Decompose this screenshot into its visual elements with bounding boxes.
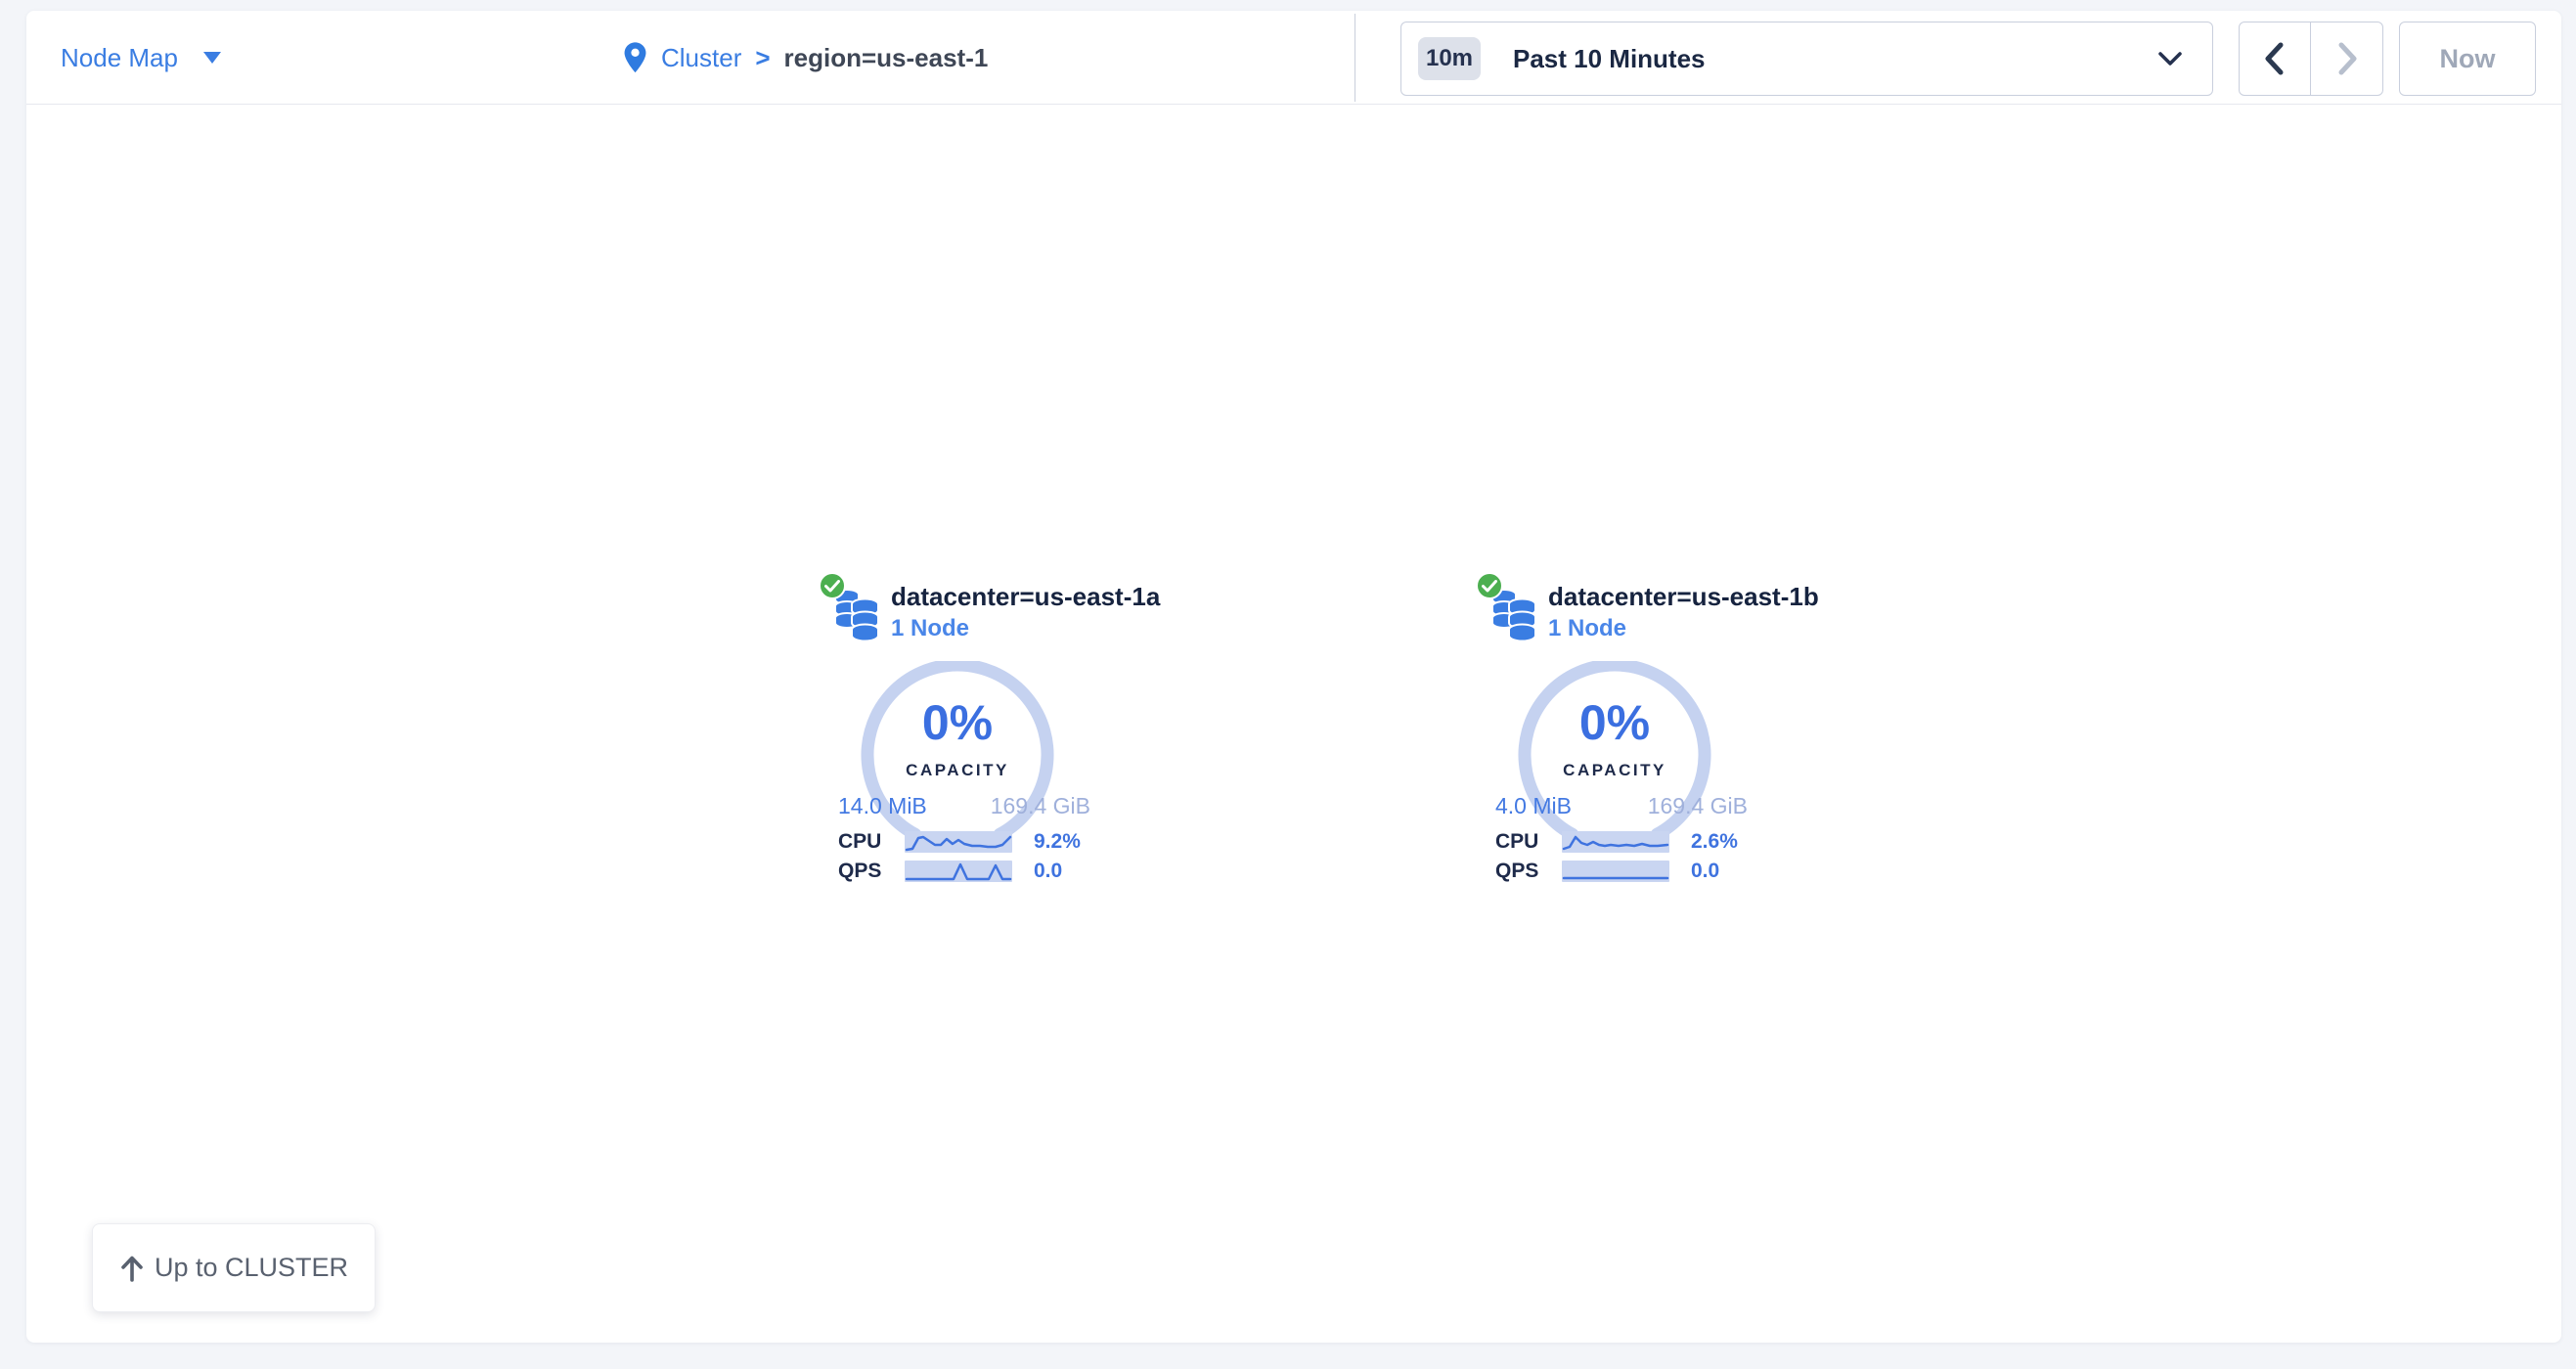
qps-sparkline <box>905 861 1012 882</box>
qps-label: QPS <box>838 860 905 883</box>
chevron-down-icon <box>2155 48 2185 69</box>
capacity-used: 14.0 MiB <box>838 793 927 819</box>
capacity-label: CAPACITY <box>1439 761 1791 780</box>
now-button[interactable]: Now <box>2399 22 2536 96</box>
cpu-metric-row: CPU 2.6% <box>1495 830 1738 854</box>
capacity-label: CAPACITY <box>781 761 1133 780</box>
qps-metric-row: QPS 0.0 <box>838 860 1062 883</box>
caret-down-icon <box>203 52 221 64</box>
time-range-label: Past 10 Minutes <box>1513 44 1706 74</box>
cpu-sparkline <box>905 831 1012 853</box>
node-map-panel: Node Map Cluster > region=us-east-1 10m … <box>26 11 2561 1343</box>
up-to-cluster-button[interactable]: Up to CLUSTER <box>92 1223 376 1312</box>
qps-sparkline <box>1562 861 1669 882</box>
up-to-cluster-label: Up to CLUSTER <box>155 1253 348 1283</box>
time-step-back-button[interactable] <box>2240 22 2311 95</box>
cpu-sparkline <box>1562 831 1669 853</box>
datacenter-card: datacenter=us-east-1a 1 Node 0% CAPACITY… <box>781 572 1133 905</box>
datacenter-node-count[interactable]: 1 Node <box>1548 615 1626 642</box>
header-bar: Node Map Cluster > region=us-east-1 10m … <box>26 11 2561 105</box>
datacenter-card: datacenter=us-east-1b 1 Node 0% CAPACITY… <box>1439 572 1791 905</box>
view-selector-dropdown[interactable]: Node Map <box>61 11 221 105</box>
capacity-gauge-ring[interactable] <box>1512 661 1717 857</box>
time-range-dropdown[interactable]: 10m Past 10 Minutes <box>1400 22 2213 96</box>
datacenter-title: datacenter=us-east-1b <box>1548 582 1819 612</box>
cpu-metric-row: CPU 9.2% <box>838 830 1081 854</box>
qps-value: 0.0 <box>1691 860 1719 883</box>
cpu-value: 9.2% <box>1034 830 1081 854</box>
location-pin-icon <box>623 41 647 74</box>
breadcrumb-current: region=us-east-1 <box>784 43 989 73</box>
time-range-badge: 10m <box>1418 37 1481 80</box>
capacity-total: 169.4 GiB <box>991 793 1090 819</box>
chevron-left-icon <box>2262 41 2287 76</box>
datacenter-node-count[interactable]: 1 Node <box>891 615 969 642</box>
datacenter-title: datacenter=us-east-1a <box>891 582 1160 612</box>
capacity-percent: 0% <box>1439 697 1791 748</box>
time-step-forward-button[interactable] <box>2311 22 2382 95</box>
breadcrumb: Cluster > region=us-east-1 <box>623 11 988 105</box>
capacity-percent: 0% <box>781 697 1133 748</box>
capacity-values-row: 4.0 MiB 169.4 GiB <box>1495 793 1748 819</box>
arrow-up-icon <box>119 1255 145 1282</box>
cpu-label: CPU <box>1495 830 1562 854</box>
breadcrumb-cluster-link[interactable]: Cluster <box>661 43 741 73</box>
qps-value: 0.0 <box>1034 860 1062 883</box>
cpu-label: CPU <box>838 830 905 854</box>
time-step-buttons <box>2239 22 2383 96</box>
qps-metric-row: QPS 0.0 <box>1495 860 1719 883</box>
capacity-gauge-ring[interactable] <box>855 661 1060 857</box>
capacity-used: 4.0 MiB <box>1495 793 1572 819</box>
chevron-right-icon <box>2334 41 2360 76</box>
capacity-values-row: 14.0 MiB 169.4 GiB <box>838 793 1090 819</box>
breadcrumb-separator: > <box>755 43 770 73</box>
view-selector-label: Node Map <box>61 43 178 73</box>
healthy-check-icon <box>1476 572 1503 599</box>
capacity-total: 169.4 GiB <box>1648 793 1748 819</box>
cpu-value: 2.6% <box>1691 830 1738 854</box>
qps-label: QPS <box>1495 860 1562 883</box>
healthy-check-icon <box>819 572 846 599</box>
